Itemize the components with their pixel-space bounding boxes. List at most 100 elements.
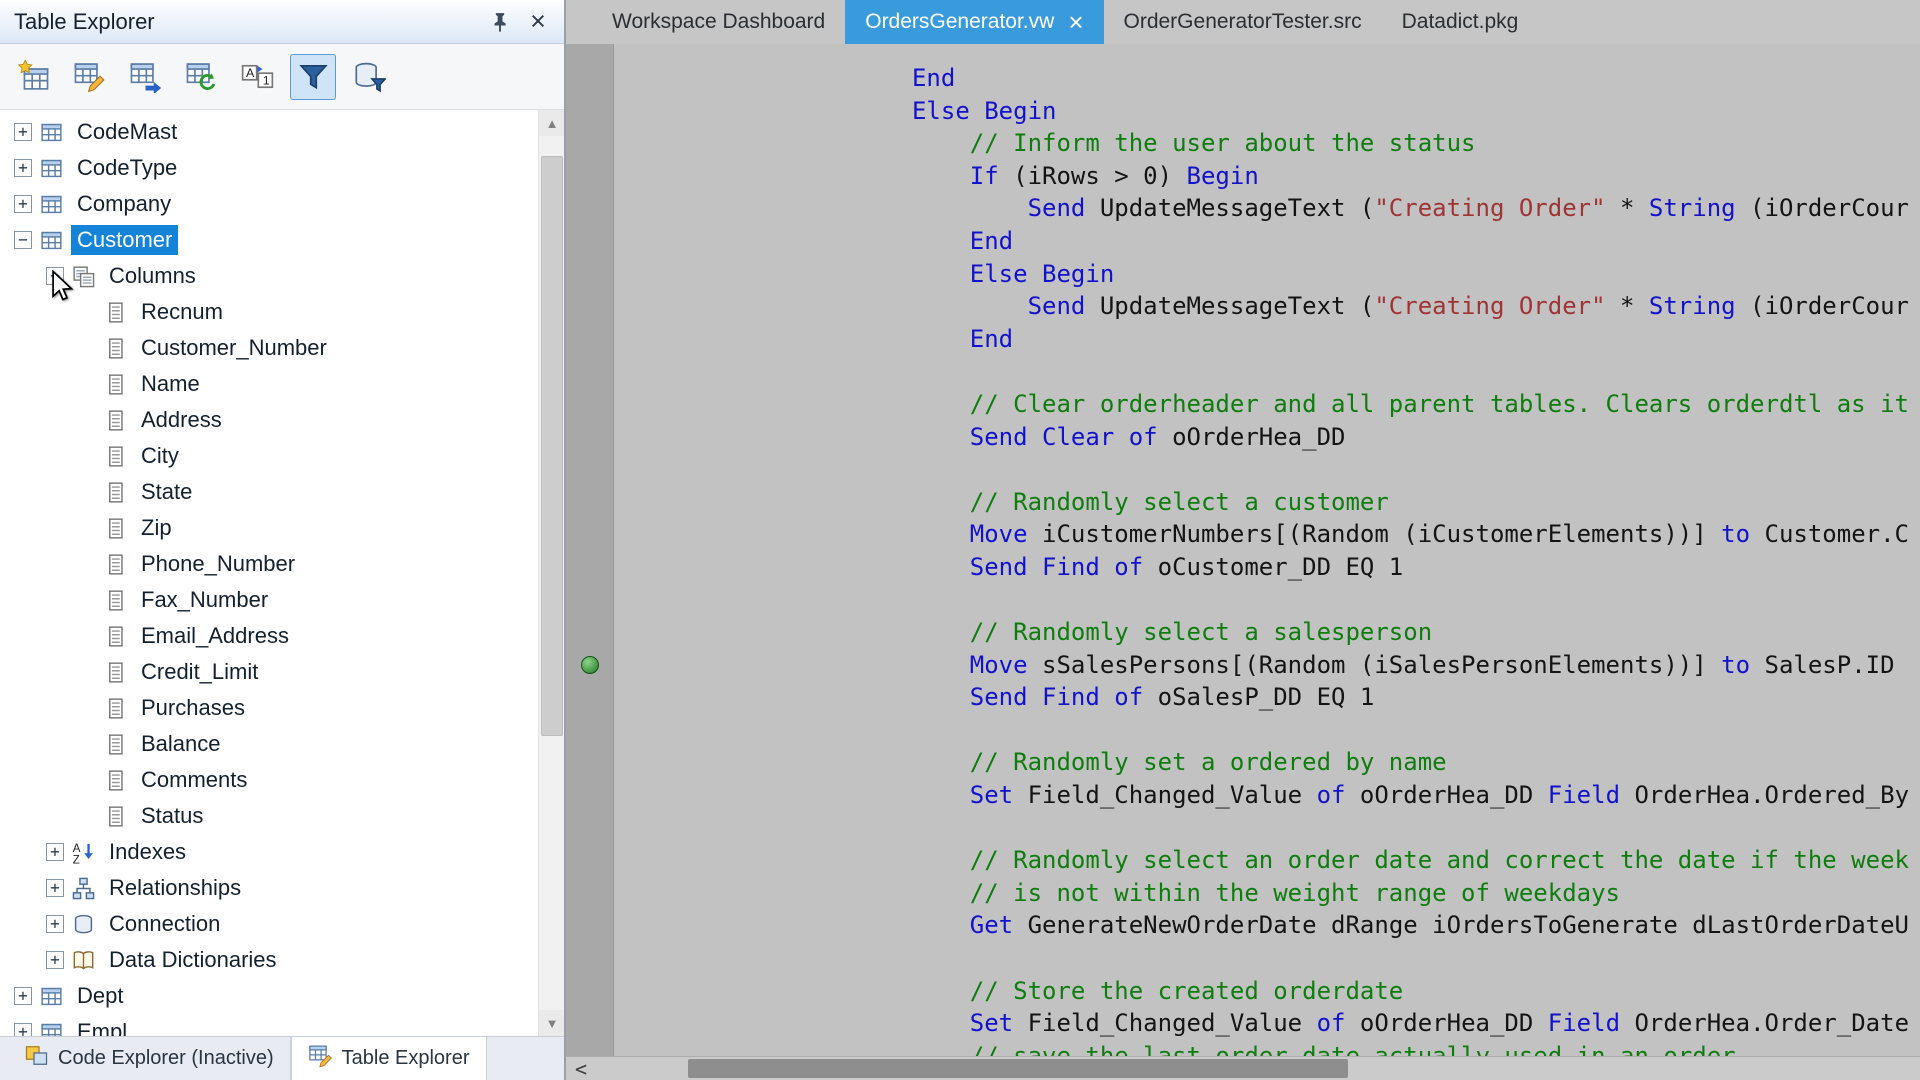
code-line: // Randomly select a customer [623, 486, 1920, 519]
expand-plus-toggle[interactable]: + [46, 915, 64, 933]
filter-button[interactable] [290, 54, 336, 100]
tree-item-columns[interactable]: −Columns [0, 258, 564, 294]
tree-item-zip[interactable]: Zip [0, 510, 564, 546]
scroll-down-icon[interactable]: ▼ [539, 1010, 564, 1036]
editor-tab-ordersgenerator-vw[interactable]: OrdersGenerator.vw× [845, 0, 1103, 44]
tree-item-label: CodeType [71, 153, 183, 183]
panel-bottom-tabs: Code Explorer (Inactive)Table Explorer [0, 1036, 564, 1080]
code-token: Customer.C [1750, 520, 1909, 548]
edit-table-button[interactable] [66, 54, 112, 100]
tree-item-label: Connection [103, 909, 226, 939]
tree-item-address[interactable]: Address [0, 402, 564, 438]
code-token: (iOrderCour [1736, 194, 1909, 222]
tree-item-city[interactable]: City [0, 438, 564, 474]
expand-spacer [78, 303, 96, 321]
expand-plus-toggle[interactable]: + [14, 159, 32, 177]
table-icon [40, 121, 63, 144]
tab-close-icon[interactable]: × [1068, 9, 1083, 35]
table-icon [40, 1021, 63, 1037]
panel-tab-table-explorer[interactable]: Table Explorer [291, 1037, 487, 1080]
tree-item-name[interactable]: Name [0, 366, 564, 402]
expand-spacer [78, 411, 96, 429]
tree-item-connection[interactable]: + Connection [0, 906, 564, 942]
panel-tab-code-explorer-inactive[interactable]: Code Explorer (Inactive) [8, 1037, 291, 1080]
new-table-button[interactable] [10, 54, 56, 100]
tree-item-codemast[interactable]: + CodeMast [0, 114, 564, 150]
code-token: Send Clear of [970, 423, 1158, 451]
tree-item-status[interactable]: Status [0, 798, 564, 834]
code-indent [623, 325, 970, 353]
rename-table-button[interactable]: A1 [234, 54, 280, 100]
tree-item-label: Customer [71, 225, 178, 255]
editor-tab-workspace-dashboard[interactable]: Workspace Dashboard [592, 0, 845, 44]
tree-item-label: Name [135, 369, 206, 399]
tree-item-credit-limit[interactable]: Credit_Limit [0, 654, 564, 690]
code-line: Else Begin [623, 95, 1920, 128]
tree-item-data-dictionaries[interactable]: +Data Dictionaries [0, 942, 564, 978]
tree-item-empl[interactable]: +Empl [0, 1014, 564, 1036]
tree-item-state[interactable]: State [0, 474, 564, 510]
tree-item-comments[interactable]: Comments [0, 762, 564, 798]
editor-gutter[interactable] [566, 44, 614, 1056]
code-lines[interactable]: End Else Begin // Inform the user about … [615, 44, 1920, 1056]
expand-plus-toggle[interactable]: + [46, 879, 64, 897]
tree-item-phone-number[interactable]: Phone_Number [0, 546, 564, 582]
editor-hscrollbar-thumb[interactable] [688, 1059, 1348, 1078]
tree-item-purchases[interactable]: Purchases [0, 690, 564, 726]
code-editor[interactable]: End Else Begin // Inform the user about … [566, 44, 1920, 1056]
editor-tab-label: OrderGeneratorTester.src [1124, 10, 1362, 34]
tree-item-indexes[interactable]: +AZIndexes [0, 834, 564, 870]
collapse-minus-toggle[interactable]: − [14, 231, 32, 249]
tree-scrollbar[interactable]: ▲ ▼ [538, 110, 564, 1036]
tree-item-email-address[interactable]: Email_Address [0, 618, 564, 654]
editor-hscrollbar[interactable]: < [566, 1056, 1920, 1080]
svg-text:1: 1 [262, 73, 269, 87]
code-line: Send Clear of oOrderHea_DD [623, 421, 1920, 454]
breakpoint-icon[interactable] [581, 656, 599, 674]
code-indent [623, 977, 970, 1005]
scroll-left-icon[interactable]: < [566, 1057, 596, 1080]
code-token: "Creating Order" [1374, 292, 1605, 320]
tree-item-dept[interactable]: +Dept [0, 978, 564, 1014]
close-icon[interactable]: × [522, 6, 554, 38]
tree-item-fax-number[interactable]: Fax_Number [0, 582, 564, 618]
tree-item-label: CodeMast [71, 117, 183, 147]
scroll-up-icon[interactable]: ▲ [539, 110, 564, 136]
expand-plus-toggle[interactable]: + [14, 987, 32, 1005]
table-icon [40, 157, 63, 180]
editor-tab-ordergeneratortester-src[interactable]: OrderGeneratorTester.src [1104, 0, 1382, 44]
expand-plus-toggle[interactable]: + [14, 195, 32, 213]
expand-plus-toggle[interactable]: + [46, 843, 64, 861]
expand-spacer [78, 483, 96, 501]
expand-plus-toggle[interactable]: + [14, 123, 32, 141]
code-line: End [623, 323, 1920, 356]
expand-spacer [78, 807, 96, 825]
mouse-cursor [46, 270, 80, 304]
app-window: Table Explorer × A1 +CodeMast+CodeType+C… [0, 0, 1920, 1080]
refresh-table-button[interactable] [178, 54, 224, 100]
expand-plus-toggle[interactable]: + [46, 951, 64, 969]
tree-item-balance[interactable]: Balance [0, 726, 564, 762]
tree-item-customer[interactable]: − Customer [0, 222, 564, 258]
editor-tab-datadict-pkg[interactable]: Datadict.pkg [1382, 0, 1539, 44]
tree-item-codetype[interactable]: + CodeType [0, 150, 564, 186]
code-line [623, 714, 1920, 747]
pin-icon[interactable] [484, 6, 516, 38]
tree-item-customer-number[interactable]: Customer_Number [0, 330, 564, 366]
code-token: // is not within the weight range of wee… [970, 879, 1620, 907]
table-icon [40, 985, 63, 1008]
tree-item-recnum[interactable]: Recnum [0, 294, 564, 330]
open-table-button[interactable] [122, 54, 168, 100]
code-token: (iRows > 0) [999, 162, 1187, 190]
tree-item-relationships[interactable]: +Relationships [0, 870, 564, 906]
tree-item-company[interactable]: +Company [0, 186, 564, 222]
tree-scrollbar-thumb[interactable] [541, 156, 563, 736]
expand-plus-toggle[interactable]: + [14, 1023, 32, 1036]
code-token: oOrderHea_DD [1345, 1009, 1547, 1037]
code-indent [623, 651, 970, 679]
code-line [623, 812, 1920, 845]
database-filter-button[interactable] [346, 54, 392, 100]
code-token: String [1649, 194, 1736, 222]
tree-item-label: City [135, 441, 185, 471]
code-indent [623, 683, 970, 711]
